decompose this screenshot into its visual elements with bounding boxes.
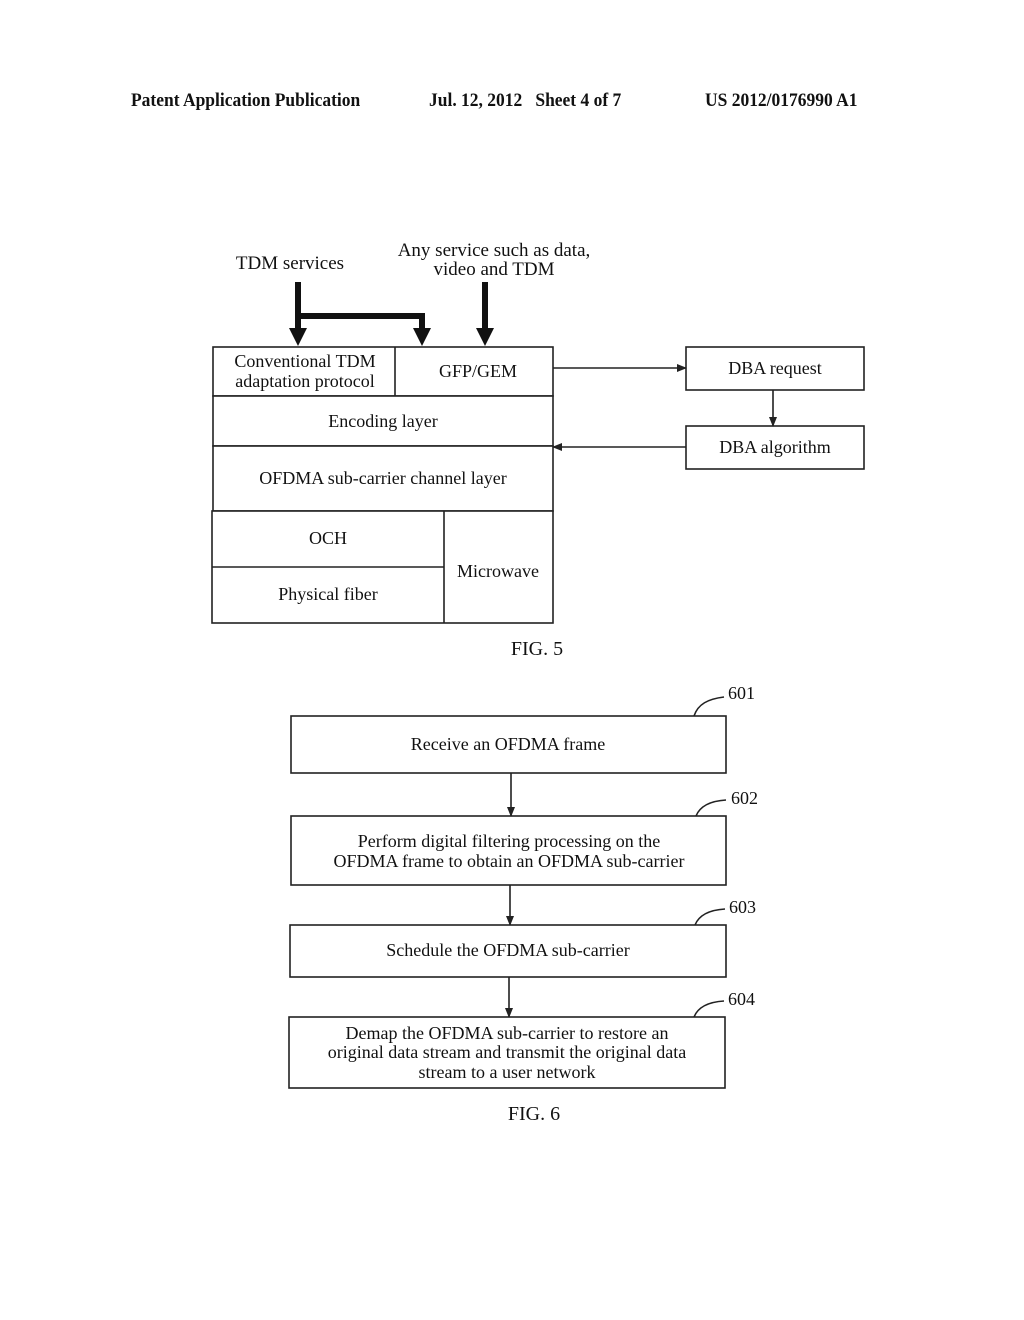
any-service-arrow xyxy=(476,282,494,346)
step-603-leader xyxy=(694,908,726,926)
step-604-leader xyxy=(693,1000,725,1018)
step-602-ref: 602 xyxy=(731,788,758,808)
step-603-ref: 603 xyxy=(729,897,756,917)
step-603: Schedule the OFDMA sub-carrier 603 xyxy=(289,897,756,978)
tdm-adaptation-line1: Conventional TDM xyxy=(234,351,375,371)
och-label: OCH xyxy=(309,528,347,548)
fig5-caption: FIG. 5 xyxy=(511,638,563,660)
step-604-ref: 604 xyxy=(728,989,755,1009)
step-604: Demap the OFDMA sub-carrier to restore a… xyxy=(288,989,755,1089)
dba-algorithm-box: DBA algorithm xyxy=(685,425,865,470)
step-602-leader xyxy=(695,799,727,817)
step-602-text-line1: Perform digital filtering processing on … xyxy=(358,831,660,851)
figures-canvas: TDM services Any service such as data, v… xyxy=(211,240,865,1125)
step-602: Perform digital filtering processing on … xyxy=(290,788,758,886)
step-604-text-line1: Demap the OFDMA sub-carrier to restore a… xyxy=(346,1023,669,1043)
dba-algorithm-label: DBA algorithm xyxy=(719,437,831,457)
step-603-text: Schedule the OFDMA sub-carrier xyxy=(386,940,629,960)
step-601-text: Receive an OFDMA frame xyxy=(411,734,605,754)
fig5-diagram: TDM services Any service such as data, v… xyxy=(211,240,865,660)
step-604-text-line3: stream to a user network xyxy=(419,1062,596,1082)
tdm-adaptation-line2: adaptation protocol xyxy=(235,371,374,391)
step-602-text-line2: OFDMA frame to obtain an OFDMA sub-carri… xyxy=(334,851,685,871)
tdm-services-arrow xyxy=(289,282,431,346)
step-601-leader xyxy=(693,696,725,717)
any-service-label-line1: Any service such as data, xyxy=(398,240,591,261)
dba-request-box: DBA request xyxy=(685,346,865,391)
ofdma-layer-label: OFDMA sub-carrier channel layer xyxy=(259,468,506,488)
gfp-gem-label: GFP/GEM xyxy=(439,361,517,381)
encoding-layer-label: Encoding layer xyxy=(328,411,437,431)
fig6-flowchart: Receive an OFDMA frame 601 Perform digit… xyxy=(288,683,758,1125)
microwave-label: Microwave xyxy=(457,561,539,581)
step-604-text-line2: original data stream and transmit the or… xyxy=(328,1042,686,1062)
dba-request-label: DBA request xyxy=(728,358,822,378)
any-service-label-line2: video and TDM xyxy=(433,259,554,280)
step-601: Receive an OFDMA frame 601 xyxy=(290,683,755,774)
protocol-stack: Conventional TDM adaptation protocol GFP… xyxy=(211,346,554,624)
fig6-caption: FIG. 6 xyxy=(508,1103,560,1125)
tdm-services-label: TDM services xyxy=(236,253,344,274)
physical-fiber-label: Physical fiber xyxy=(278,584,377,604)
step-601-ref: 601 xyxy=(728,683,755,703)
